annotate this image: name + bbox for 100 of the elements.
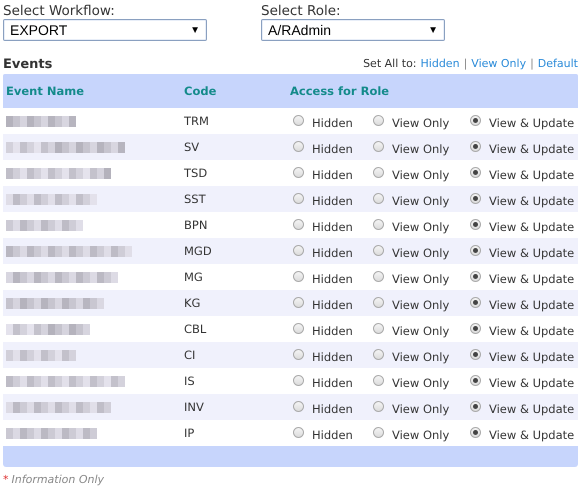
radio-label: View Only — [392, 168, 450, 182]
table-cell-text: IS — [184, 374, 196, 388]
radio-button[interactable] — [293, 218, 304, 230]
radio-button[interactable] — [293, 348, 304, 360]
asterisk: * — [3, 473, 8, 486]
radio-button[interactable] — [373, 192, 384, 204]
blurred-text — [6, 116, 76, 126]
radio-label: View Only — [392, 272, 450, 286]
radio-button[interactable] — [470, 400, 481, 412]
radio-label: View & Update — [489, 246, 574, 260]
radio-button[interactable] — [470, 270, 481, 282]
radio-label: View Only — [392, 376, 450, 390]
separator: | — [464, 57, 468, 70]
column-header: Access for Role — [290, 84, 390, 98]
radio-label: Hidden — [312, 220, 353, 234]
radio-button[interactable] — [293, 140, 304, 152]
radio-button[interactable] — [373, 114, 384, 126]
radio-button[interactable] — [470, 140, 481, 152]
radio-label: View & Update — [489, 428, 574, 442]
radio-label: Hidden — [312, 428, 353, 442]
radio-label: Hidden — [312, 194, 353, 208]
radio-label: View Only — [392, 194, 450, 208]
radio-label: View & Update — [489, 402, 574, 416]
radio-button[interactable] — [373, 270, 384, 282]
column-header: Code — [184, 84, 218, 98]
radio-button[interactable] — [470, 348, 481, 360]
radio-label: View Only — [392, 402, 450, 416]
dropdown[interactable]: A/RAdmin ▼ — [261, 19, 445, 41]
radio-button[interactable] — [373, 140, 384, 152]
radio-label: Hidden — [312, 116, 353, 130]
table-cell-text: SV — [184, 140, 200, 154]
radio-button[interactable] — [293, 400, 304, 412]
radio-label: View Only — [392, 428, 450, 442]
radio-button[interactable] — [293, 270, 304, 282]
radio-button[interactable] — [293, 244, 304, 256]
radio-label: View & Update — [489, 324, 574, 338]
radio-button[interactable] — [293, 166, 304, 178]
set-all-link[interactable]: Default — [538, 57, 578, 70]
radio-button[interactable] — [373, 400, 384, 412]
radio-button[interactable] — [470, 166, 481, 178]
radio-button[interactable] — [470, 296, 481, 308]
radio-button[interactable] — [293, 192, 304, 204]
radio-label: View Only — [392, 246, 450, 260]
radio-label: View Only — [392, 324, 450, 338]
radio-button[interactable] — [373, 426, 384, 438]
radio-label: Hidden — [312, 142, 353, 156]
radio-button[interactable] — [373, 322, 384, 334]
radio-label: Hidden — [312, 402, 353, 416]
radio-button[interactable] — [373, 218, 384, 230]
radio-button[interactable] — [373, 244, 384, 256]
blurred-text — [6, 350, 76, 360]
table-cell-text: TSD — [184, 166, 208, 180]
column-header: Event Name — [5, 84, 86, 98]
radio-button[interactable] — [293, 426, 304, 438]
radio-label: View & Update — [489, 298, 574, 312]
radio-label: View & Update — [489, 142, 574, 156]
radio-label: Hidden — [312, 168, 353, 182]
dropdown[interactable]: EXPORT ▼ — [3, 19, 207, 41]
radio-button[interactable] — [373, 348, 384, 360]
footnote: Information Only — [12, 473, 104, 486]
table-cell-text: MGD — [184, 244, 213, 258]
radio-button[interactable] — [293, 114, 304, 126]
radio-button[interactable] — [373, 166, 384, 178]
table-cell-text: INV — [184, 400, 205, 414]
radio-label: View Only — [392, 350, 450, 364]
field-label: Select Workflow: — [3, 3, 116, 19]
radio-label: View & Update — [489, 220, 574, 234]
radio-button[interactable] — [470, 374, 481, 386]
radio-label: View Only — [392, 298, 450, 312]
radio-label: Hidden — [312, 350, 353, 364]
radio-button[interactable] — [470, 114, 481, 126]
radio-button[interactable] — [470, 218, 481, 230]
set-all-label: Set All to: — [363, 57, 417, 70]
radio-button[interactable] — [373, 374, 384, 386]
table-cell-text: BPN — [184, 218, 208, 232]
radio-button[interactable] — [470, 322, 481, 334]
radio-label: View & Update — [489, 194, 574, 208]
radio-label: View & Update — [489, 350, 574, 364]
radio-label: View & Update — [489, 376, 574, 390]
radio-label: View & Update — [489, 272, 574, 286]
radio-label: Hidden — [312, 246, 353, 260]
radio-label: View Only — [392, 220, 450, 234]
field-label: Select Role: — [261, 3, 342, 19]
radio-label: Hidden — [312, 298, 353, 312]
radio-button[interactable] — [470, 192, 481, 204]
radio-button[interactable] — [470, 244, 481, 256]
set-all-link[interactable]: Hidden — [420, 57, 460, 70]
radio-label: View Only — [392, 142, 450, 156]
radio-button[interactable] — [293, 374, 304, 386]
table-cell-text: SST — [184, 192, 207, 206]
radio-label: View & Update — [489, 168, 574, 182]
radio-label: Hidden — [312, 272, 353, 286]
table-cell-text: MG — [184, 270, 204, 284]
radio-button[interactable] — [470, 426, 481, 438]
radio-button[interactable] — [373, 296, 384, 308]
table-cell-text: CI — [184, 348, 196, 362]
set-all-link[interactable]: View Only — [471, 57, 526, 70]
radio-button[interactable] — [293, 322, 304, 334]
section-title: Events — [3, 57, 52, 72]
radio-button[interactable] — [293, 296, 304, 308]
